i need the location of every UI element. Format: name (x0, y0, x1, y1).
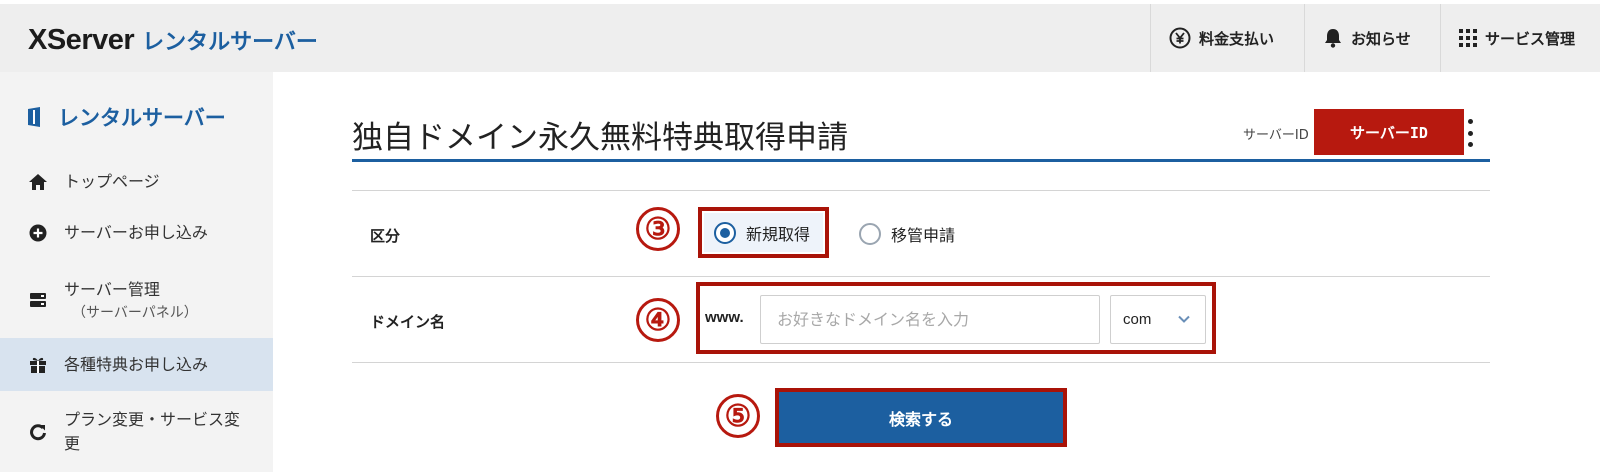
nav-payment-label: 料金支払い (1199, 29, 1275, 48)
tld-select[interactable]: com (1110, 295, 1206, 344)
radio-circle-checked (714, 221, 736, 244)
top-nav: 料金支払い お知らせ サービス管理 (1150, 4, 1600, 72)
sidebar-item-server-manage[interactable]: サーバー管理 （サーバーパネル） (0, 272, 273, 328)
gift-icon (28, 356, 48, 374)
sidebar-item-label: トップページ (64, 172, 160, 191)
nav-notice[interactable]: お知らせ (1304, 4, 1440, 72)
sidebar-item-sublabel: （サーバーパネル） (72, 305, 198, 321)
domain-input[interactable] (760, 295, 1100, 344)
radio-circle (859, 223, 881, 245)
radio-label: 新規取得 (746, 224, 811, 244)
xserver-logo[interactable]: XServer レンタルサーバー (28, 24, 318, 56)
sidebar-title[interactable]: レンタルサーバー (26, 102, 226, 132)
logo-brand: XServer (28, 24, 135, 56)
radio-label: 移管申請 (891, 226, 956, 245)
radio-transfer[interactable]: 移管申請 (859, 222, 955, 246)
sidebar-title-label: レンタルサーバー (58, 106, 226, 130)
row-divider (352, 276, 1490, 277)
more-menu-icon[interactable] (1466, 119, 1474, 147)
server-icon (28, 291, 48, 309)
step-4-marker: ④ (636, 298, 680, 342)
radio-new-registration[interactable]: 新規取得 (704, 213, 823, 252)
chevron-down-icon (1177, 312, 1191, 330)
sidebar-item-server-apply[interactable]: サーバーお申し込み (0, 217, 273, 249)
sidebar-item-text: サーバー管理 （サーバーパネル） (64, 278, 198, 322)
grid-icon (1459, 29, 1477, 47)
sidebar-item-label: 各種特典お申し込み (64, 354, 209, 374)
home-icon (28, 173, 48, 191)
sidebar-item-label: サーバーお申し込み (64, 223, 208, 242)
logo-product: レンタルサーバー (142, 30, 318, 55)
sidebar-item-top[interactable]: トップページ (0, 166, 273, 198)
category-label: 区分 (370, 227, 401, 245)
top-header: XServer レンタルサーバー 料金支払い お知らせ サービス管理 (0, 0, 1600, 72)
nav-notice-label: お知らせ (1351, 29, 1411, 48)
sidebar-item-label: サーバー管理 (64, 280, 160, 299)
refresh-icon (28, 423, 48, 441)
sidebar: レンタルサーバー トップページ サーバーお申し込み サーバー管理 （サーバーパネ… (0, 72, 273, 472)
www-prefix: www. (705, 309, 744, 326)
bell-icon (1323, 27, 1343, 49)
domain-label: ドメイン名 (370, 313, 446, 331)
yen-circle-icon (1169, 27, 1191, 49)
nav-service[interactable]: サービス管理 (1440, 4, 1600, 72)
plus-circle-icon (28, 224, 48, 242)
page-title: 独自ドメイン永久無料特典取得申請 (352, 120, 848, 156)
row-divider (352, 362, 1490, 363)
server-id-value: サーバーID (1314, 109, 1464, 155)
step-3-marker: ③ (636, 207, 680, 251)
server-id-label: サーバーID (1243, 128, 1309, 143)
title-divider (352, 159, 1490, 162)
search-button[interactable]: 検索する (779, 392, 1063, 443)
row-divider (352, 190, 1490, 191)
nav-payment[interactable]: 料金支払い (1150, 4, 1304, 72)
sidebar-item-label: プラン変更・サービス変更 (64, 410, 241, 453)
step-5-marker: ⑤ (716, 394, 760, 438)
sidebar-item-benefits[interactable]: 各種特典お申し込み (0, 338, 273, 391)
sidebar-item-plan-change[interactable]: プラン変更・サービス変更 (0, 404, 273, 460)
server-book-icon (26, 106, 44, 128)
nav-service-label: サービス管理 (1485, 29, 1576, 48)
tld-selected-value: com (1123, 311, 1152, 328)
